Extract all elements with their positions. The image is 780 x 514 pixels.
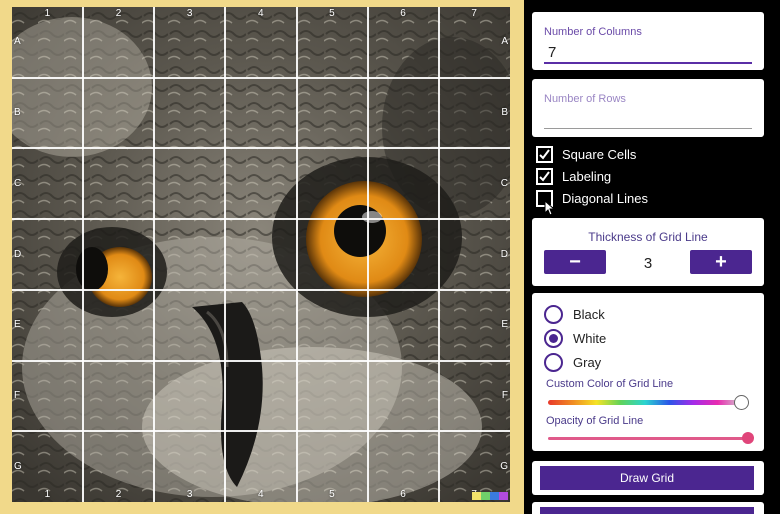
grid-vertical-line bbox=[224, 7, 227, 502]
row-label-right: E bbox=[501, 319, 508, 331]
columns-field[interactable]: Number of Columns 7 bbox=[532, 12, 764, 70]
opacity-slider[interactable] bbox=[548, 437, 748, 440]
color-option-white[interactable]: White bbox=[544, 329, 606, 348]
columns-underline bbox=[544, 62, 752, 64]
custom-color-slider[interactable] bbox=[548, 400, 742, 405]
grid-horizontal-line bbox=[12, 218, 510, 221]
row-label-right: G bbox=[500, 460, 508, 472]
column-label-top: 3 bbox=[186, 8, 193, 19]
column-label-bottom: 1 bbox=[44, 489, 51, 500]
diagonal-lines-label: Diagonal Lines bbox=[562, 191, 649, 206]
checkmark-icon bbox=[539, 149, 550, 160]
radio-black[interactable] bbox=[544, 305, 563, 324]
color-option-black-label: Black bbox=[573, 307, 605, 322]
grid-vertical-line bbox=[366, 7, 369, 502]
row-label-left: C bbox=[14, 177, 22, 189]
image-canvas-frame: 11223344556677AABBCCDDEEFFGG bbox=[0, 0, 524, 514]
radio-selected-dot bbox=[549, 334, 558, 343]
grid-vertical-line bbox=[82, 7, 85, 502]
draw-grid-button[interactable]: Draw Grid bbox=[540, 466, 754, 490]
column-label-bottom: 5 bbox=[329, 489, 335, 500]
grid-vertical-line bbox=[437, 7, 440, 502]
square-cells-label: Square Cells bbox=[562, 147, 637, 162]
grid-horizontal-line bbox=[12, 359, 510, 362]
color-option-gray[interactable]: Gray bbox=[544, 353, 601, 372]
columns-label: Number of Columns bbox=[544, 26, 642, 38]
labeling-checkbox[interactable] bbox=[536, 168, 553, 185]
color-option-black[interactable]: Black bbox=[544, 305, 605, 324]
opacity-label: Opacity of Grid Line bbox=[546, 415, 644, 427]
thickness-card: Thickness of Grid Line − 3 + bbox=[532, 218, 764, 286]
thickness-value: 3 bbox=[643, 255, 653, 272]
custom-color-slider-handle[interactable] bbox=[734, 395, 749, 410]
radio-gray[interactable] bbox=[544, 353, 563, 372]
column-label-top: 1 bbox=[44, 8, 51, 19]
secondary-action-button[interactable] bbox=[540, 507, 754, 514]
opacity-slider-handle[interactable] bbox=[742, 432, 754, 444]
thickness-title: Thickness of Grid Line bbox=[588, 230, 708, 244]
column-label-bottom: 2 bbox=[115, 489, 122, 500]
color-swatch-strip bbox=[472, 492, 508, 500]
color-option-white-label: White bbox=[573, 331, 607, 346]
grid-horizontal-line bbox=[12, 288, 510, 291]
square-cells-option[interactable]: Square Cells bbox=[536, 146, 636, 163]
rows-label: Number of Rows bbox=[544, 93, 626, 105]
rows-field[interactable]: Number of Rows bbox=[532, 79, 764, 137]
column-label-top: 7 bbox=[471, 8, 477, 19]
mouse-cursor-icon bbox=[544, 200, 556, 216]
custom-color-label: Custom Color of Grid Line bbox=[546, 378, 674, 390]
row-label-left: E bbox=[14, 319, 21, 331]
column-label-top: 5 bbox=[329, 8, 335, 19]
grid-horizontal-line bbox=[12, 430, 510, 433]
owl-photo: 11223344556677AABBCCDDEEFFGG bbox=[12, 7, 510, 502]
row-label-left: F bbox=[14, 389, 21, 401]
thickness-decrease-button[interactable]: − bbox=[544, 250, 606, 274]
row-label-left: D bbox=[14, 248, 22, 260]
row-label-left: B bbox=[14, 107, 21, 119]
row-label-left: A bbox=[14, 36, 21, 48]
thickness-increase-button[interactable]: + bbox=[690, 250, 752, 274]
grid-vertical-line bbox=[153, 7, 156, 502]
column-label-top: 2 bbox=[115, 8, 122, 19]
column-label-top: 4 bbox=[258, 8, 264, 19]
column-label-top: 6 bbox=[400, 8, 406, 19]
grid-horizontal-line bbox=[12, 76, 510, 79]
labeling-option[interactable]: Labeling bbox=[536, 168, 611, 185]
grid-horizontal-line bbox=[12, 147, 510, 150]
column-label-bottom: 4 bbox=[258, 489, 264, 500]
rows-underline bbox=[544, 128, 752, 129]
row-label-right: D bbox=[500, 248, 508, 260]
grid-overlay: 11223344556677AABBCCDDEEFFGG bbox=[12, 7, 510, 502]
color-option-gray-label: Gray bbox=[573, 355, 602, 370]
row-label-right: F bbox=[501, 389, 508, 401]
row-label-right: A bbox=[501, 36, 508, 48]
row-label-left: G bbox=[14, 460, 22, 472]
column-label-bottom: 3 bbox=[186, 489, 193, 500]
settings-panel: Number of Columns 7 Number of Rows Squar… bbox=[524, 0, 780, 514]
labeling-label: Labeling bbox=[562, 169, 612, 184]
checkmark-icon bbox=[539, 171, 550, 182]
row-label-right: B bbox=[501, 107, 508, 119]
grid-vertical-line bbox=[295, 7, 298, 502]
column-label-bottom: 6 bbox=[400, 489, 406, 500]
radio-white[interactable] bbox=[544, 329, 563, 348]
row-label-right: C bbox=[500, 177, 508, 189]
columns-input[interactable]: 7 bbox=[548, 44, 556, 61]
square-cells-checkbox[interactable] bbox=[536, 146, 553, 163]
color-card: Black White Gray Custom Color of Grid Li… bbox=[532, 293, 764, 451]
